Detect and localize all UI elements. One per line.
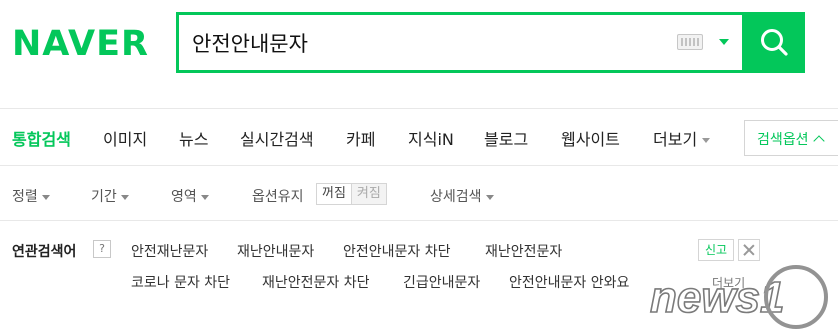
period-label: 기간 bbox=[91, 189, 117, 205]
tab-blog[interactable]: 블로그 bbox=[484, 126, 528, 150]
header: NAVER bbox=[0, 0, 838, 100]
tab-more-label: 더보기 bbox=[653, 130, 698, 149]
search-options-label: 검색옵션 bbox=[757, 132, 809, 148]
related-searches-title: 연관검색어 bbox=[12, 244, 77, 260]
tab-knowledge-in[interactable]: 지식iN bbox=[408, 126, 454, 150]
period-filter[interactable]: 기간 bbox=[91, 186, 129, 206]
tab-realtime[interactable]: 실시간검색 bbox=[240, 126, 314, 150]
toggle-off-option[interactable]: 꺼짐 bbox=[316, 183, 352, 205]
search-button[interactable] bbox=[744, 12, 805, 73]
caret-down-icon bbox=[485, 194, 494, 200]
caret-down-icon bbox=[41, 194, 50, 200]
sort-label: 정렬 bbox=[12, 189, 38, 205]
autocomplete-toggle-icon[interactable] bbox=[719, 39, 729, 45]
naver-logo[interactable]: NAVER bbox=[12, 24, 149, 64]
related-item[interactable]: 재난안내문자 bbox=[237, 241, 314, 261]
news1-watermark: news1 bbox=[649, 265, 828, 329]
related-item[interactable]: 재난안전문자 차단 bbox=[262, 272, 370, 292]
related-item[interactable]: 긴급안내문자 bbox=[403, 272, 480, 292]
tab-more[interactable]: 더보기 bbox=[653, 126, 711, 150]
related-item[interactable]: 코로나 문자 차단 bbox=[131, 272, 230, 292]
tab-website[interactable]: 웹사이트 bbox=[561, 126, 620, 150]
close-icon[interactable] bbox=[738, 239, 760, 261]
caret-down-icon bbox=[200, 194, 209, 200]
filter-bar: 정렬 기간 영역 옵션유지 꺼짐 켜짐 상세검색 bbox=[0, 167, 838, 221]
tab-news[interactable]: 뉴스 bbox=[179, 126, 208, 150]
toggle-on-option[interactable]: 켜짐 bbox=[351, 183, 387, 205]
area-filter[interactable]: 영역 bbox=[171, 186, 209, 206]
tab-integrated[interactable]: 통합검색 bbox=[12, 126, 71, 150]
tab-images[interactable]: 이미지 bbox=[103, 126, 147, 150]
caret-down-icon bbox=[702, 138, 711, 143]
area-label: 영역 bbox=[171, 189, 197, 205]
keep-options-label: 옵션유지 bbox=[252, 189, 304, 205]
search-box bbox=[176, 12, 745, 73]
search-input[interactable] bbox=[192, 25, 662, 61]
detail-search-filter[interactable]: 상세검색 bbox=[430, 186, 494, 206]
chevron-up-icon bbox=[812, 135, 825, 147]
keyboard-icon[interactable] bbox=[677, 34, 703, 50]
detail-search-label: 상세검색 bbox=[430, 189, 482, 205]
related-item[interactable]: 안전안내문자 차단 bbox=[343, 241, 451, 261]
tab-cafe[interactable]: 카페 bbox=[346, 126, 375, 150]
report-button[interactable]: 신고 bbox=[698, 239, 734, 261]
search-icon bbox=[761, 29, 788, 56]
search-tabs: 통합검색 이미지 뉴스 실시간검색 카페 지식iN 블로그 웹사이트 더보기 검… bbox=[0, 108, 838, 166]
related-item[interactable]: 재난안전문자 bbox=[485, 241, 562, 261]
caret-down-icon bbox=[120, 194, 129, 200]
sort-filter[interactable]: 정렬 bbox=[12, 186, 50, 206]
related-item[interactable]: 안전안내문자 안와요 bbox=[509, 272, 629, 292]
related-item[interactable]: 안전재난문자 bbox=[131, 241, 208, 261]
search-options-button[interactable]: 검색옵션 bbox=[744, 120, 838, 156]
keep-options-toggle[interactable]: 꺼짐 켜짐 bbox=[316, 183, 387, 205]
help-icon[interactable]: ? bbox=[93, 240, 111, 258]
